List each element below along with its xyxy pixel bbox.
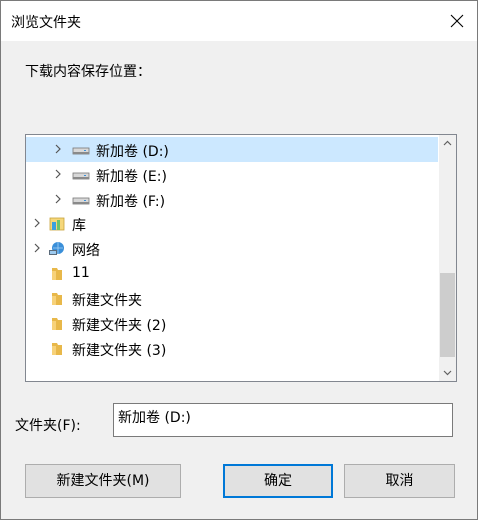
tree-item-network[interactable]: 网络 bbox=[26, 236, 438, 261]
chevron-right-icon[interactable] bbox=[52, 143, 64, 155]
chevron-up-icon bbox=[443, 140, 452, 146]
vertical-scrollbar[interactable] bbox=[439, 135, 456, 381]
tree-item-folder-11[interactable]: 11 bbox=[26, 261, 438, 286]
tree-item-new-folder[interactable]: 新建文件夹 bbox=[26, 286, 438, 311]
folder-input-value: 新加卷 (D:) bbox=[118, 410, 191, 426]
drive-icon bbox=[72, 172, 90, 180]
prompt-text: 下载内容保存位置： bbox=[25, 64, 151, 80]
chevron-right-icon[interactable] bbox=[52, 168, 64, 180]
close-icon bbox=[450, 14, 464, 28]
tree-item-drive-f[interactable]: 新加卷 (F:) bbox=[26, 187, 438, 212]
chevron-right-icon[interactable] bbox=[31, 217, 43, 229]
drive-icon bbox=[72, 197, 90, 205]
new-folder-button[interactable]: 新建文件夹(M) bbox=[25, 464, 181, 498]
folder-icon bbox=[52, 268, 62, 280]
tree-item-label: 11 bbox=[72, 265, 90, 281]
scroll-up-button[interactable] bbox=[439, 135, 456, 152]
chevron-right-icon[interactable] bbox=[31, 242, 43, 254]
close-button[interactable] bbox=[443, 7, 471, 35]
window-title: 浏览文件夹 bbox=[11, 15, 81, 31]
tree-item-label: 新加卷 (F:) bbox=[96, 194, 166, 210]
folder-icon bbox=[52, 318, 62, 330]
ok-button[interactable]: 确定 bbox=[223, 464, 333, 498]
tree-item-drive-d[interactable]: 新加卷 (D:) bbox=[26, 137, 438, 162]
tree-item-drive-e[interactable]: 新加卷 (E:) bbox=[26, 162, 438, 187]
browse-folder-dialog: 浏览文件夹 下载内容保存位置： 新加卷 (D:) 新加卷 (E:) 新加卷 (F… bbox=[0, 0, 478, 520]
title-bar: 浏览文件夹 bbox=[1, 1, 477, 41]
tree-item-library[interactable]: 库 bbox=[26, 211, 438, 236]
scroll-down-button[interactable] bbox=[439, 364, 456, 381]
cancel-button[interactable]: 取消 bbox=[344, 464, 455, 498]
network-icon bbox=[49, 242, 64, 255]
folder-field-label: 文件夹(F): bbox=[15, 418, 81, 434]
folder-input[interactable]: 新加卷 (D:) bbox=[113, 403, 453, 437]
folder-tree[interactable]: 新加卷 (D:) 新加卷 (E:) 新加卷 (F:) 库 网络 11 新建文件夹… bbox=[25, 134, 457, 382]
tree-item-new-folder-3[interactable]: 新建文件夹 (3) bbox=[26, 336, 438, 361]
drive-icon bbox=[72, 147, 90, 155]
tree-item-label: 新建文件夹 (2) bbox=[72, 318, 167, 334]
tree-item-label: 新建文件夹 bbox=[72, 293, 142, 309]
chevron-down-icon bbox=[443, 370, 452, 376]
folder-icon bbox=[52, 343, 62, 355]
scrollbar-thumb[interactable] bbox=[440, 273, 455, 357]
chevron-right-icon[interactable] bbox=[52, 193, 64, 205]
tree-item-label: 新建文件夹 (3) bbox=[72, 343, 167, 359]
tree-item-label: 网络 bbox=[72, 243, 100, 259]
tree-item-label: 新加卷 (D:) bbox=[96, 144, 169, 160]
folder-icon bbox=[52, 293, 62, 305]
tree-item-label: 新加卷 (E:) bbox=[96, 169, 167, 185]
tree-item-new-folder-2[interactable]: 新建文件夹 (2) bbox=[26, 311, 438, 336]
tree-item-label: 库 bbox=[72, 218, 86, 234]
library-icon bbox=[49, 217, 65, 231]
